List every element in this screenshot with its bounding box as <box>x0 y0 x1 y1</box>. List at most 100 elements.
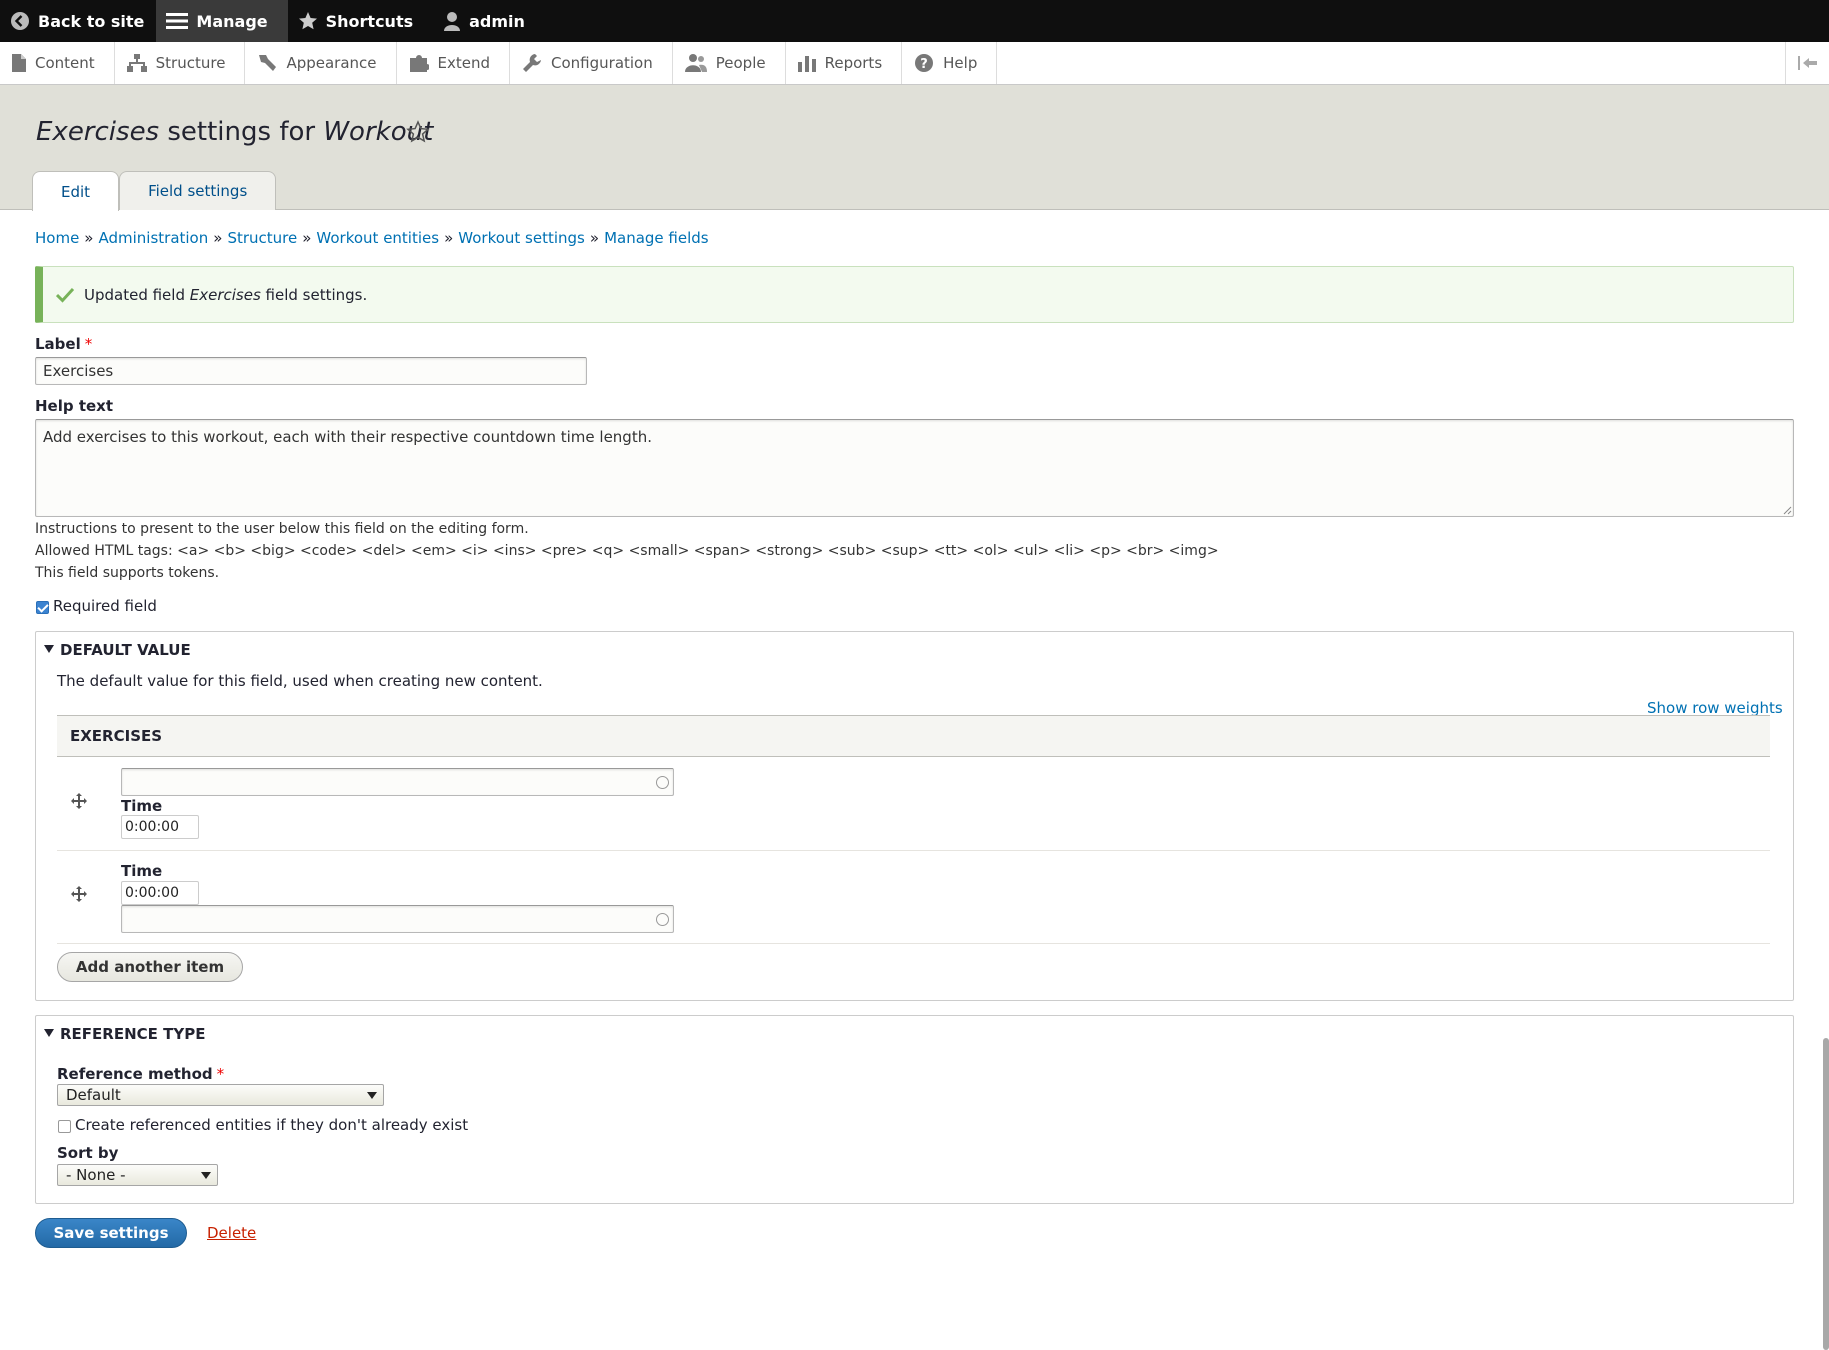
shortcut-star-icon[interactable] <box>406 120 430 144</box>
manage-tab[interactable]: Manage <box>156 0 288 42</box>
tray-item-help[interactable]: ? Help <box>902 42 998 84</box>
tab-edit[interactable]: Edit <box>32 171 120 211</box>
back-arrow-icon <box>11 12 29 30</box>
title-field-name: Exercises <box>36 117 160 147</box>
help-description-1: Instructions to present to the user belo… <box>35 521 529 537</box>
exercises-table-header: Exercises <box>57 715 1770 757</box>
sort-by-select[interactable]: - None - <box>57 1164 218 1186</box>
manage-label: Manage <box>196 11 268 31</box>
reference-method-label: Reference method * <box>57 1065 224 1083</box>
admin-toolbar: Back to site Manage Shortcuts admin <box>0 0 1829 42</box>
help-description-tokens: This field supports tokens. <box>35 565 220 581</box>
exercise-autocomplete-input[interactable] <box>121 905 674 933</box>
reference-method-title: Reference method <box>57 1065 213 1083</box>
breadcrumb: Home» Administration» Structure» Workout en… <box>35 229 709 247</box>
add-another-item-button[interactable]: Add another item <box>57 952 243 982</box>
hamburger-icon <box>166 13 189 29</box>
autocomplete-throbber-icon <box>656 913 669 926</box>
sitemap-icon <box>126 54 147 72</box>
expanded-triangle-icon <box>44 1028 54 1037</box>
breadcrumb-home[interactable]: Home <box>35 229 79 247</box>
tray-label-appearance: Appearance <box>286 54 377 72</box>
tray-item-appearance[interactable]: Appearance <box>245 42 397 84</box>
expanded-triangle-icon <box>44 644 54 653</box>
save-settings-button[interactable]: Save settings <box>35 1218 187 1248</box>
file-icon <box>12 54 26 72</box>
wrench-icon <box>523 54 542 72</box>
auto-create-label[interactable]: Create referenced entities if they don't… <box>75 1116 468 1134</box>
tray-label-people: People <box>715 54 766 72</box>
checkmark-icon <box>56 287 74 303</box>
page-scrollbar[interactable] <box>1823 1038 1829 1350</box>
tray-orientation-toggle[interactable] <box>1785 42 1829 84</box>
exercise-autocomplete-input[interactable] <box>121 768 674 796</box>
page-title: Exercises settings for Workout <box>36 117 433 147</box>
tray-item-people[interactable]: People <box>673 42 786 84</box>
required-label[interactable]: Required field <box>53 597 157 615</box>
label-title: Label <box>35 335 81 353</box>
people-icon <box>684 54 707 72</box>
status-field-name: Exercises <box>189 285 261 304</box>
row-divider <box>57 943 1770 944</box>
breadcrumb-workout-entities[interactable]: Workout entities <box>316 229 439 247</box>
help-text-textarea[interactable]: Add exercises to this workout, each with… <box>35 419 1794 517</box>
row-divider <box>57 850 1770 851</box>
breadcrumb-manage-fields[interactable]: Manage fields <box>604 229 709 247</box>
breadcrumb-structure[interactable]: Structure <box>227 229 297 247</box>
reference-type-details: Reference type <box>35 1015 1794 1204</box>
dropdown-arrow-icon <box>367 1092 377 1099</box>
breadcrumb-separator: » <box>302 229 312 247</box>
tray-item-content[interactable]: Content <box>0 42 115 84</box>
time-input[interactable] <box>121 815 199 839</box>
time-input[interactable] <box>121 881 199 905</box>
time-label: Time <box>121 862 163 880</box>
bar-chart-icon <box>797 56 816 72</box>
sort-by-value: - None - <box>66 1166 126 1184</box>
breadcrumb-separator: » <box>589 229 600 247</box>
autocomplete-throbber-icon <box>656 776 669 789</box>
shortcuts-tab[interactable]: Shortcuts <box>288 0 426 42</box>
puzzle-icon <box>409 55 429 72</box>
resize-grip-icon[interactable] <box>1783 506 1792 515</box>
tab-field-settings[interactable]: Field settings <box>119 171 277 210</box>
user-tab[interactable]: admin <box>425 0 537 42</box>
breadcrumb-separator: » <box>213 229 223 247</box>
reference-type-summary[interactable]: Reference type <box>44 1025 205 1043</box>
user-label: admin <box>469 11 525 31</box>
tray-label-structure: Structure <box>155 54 226 72</box>
tray-label-extend: Extend <box>437 54 491 72</box>
label-field-label: Label * <box>35 335 92 353</box>
delete-link[interactable]: Delete <box>207 1224 256 1242</box>
breadcrumb-workout-settings[interactable]: Workout settings <box>458 229 585 247</box>
status-text: Updated field Exercises field settings. <box>84 286 367 304</box>
help-text-value: Add exercises to this workout, each with… <box>43 428 652 446</box>
required-marker: * <box>216 1065 225 1083</box>
tray-item-reports[interactable]: Reports <box>786 42 903 84</box>
tray-label-content: Content <box>35 54 95 72</box>
breadcrumb-administration[interactable]: Administration <box>98 229 208 247</box>
svg-text:?: ? <box>920 57 928 72</box>
drag-handle-icon[interactable] <box>71 886 87 902</box>
reference-method-select[interactable]: Default <box>57 1084 384 1106</box>
tray-label-reports: Reports <box>824 54 883 72</box>
primary-tabs: Edit Field settings <box>32 171 277 211</box>
required-marker: * <box>84 335 93 353</box>
default-value-summary[interactable]: Default value <box>44 641 191 659</box>
tray-item-extend[interactable]: Extend <box>397 42 511 84</box>
required-checkbox[interactable] <box>36 601 49 614</box>
dropdown-arrow-icon <box>201 1172 211 1179</box>
auto-create-checkbox[interactable] <box>58 1120 71 1133</box>
reference-method-value: Default <box>66 1086 121 1104</box>
drag-handle-icon[interactable] <box>71 793 87 809</box>
tray-item-structure[interactable]: Structure <box>115 42 246 84</box>
shortcuts-label: Shortcuts <box>325 11 414 31</box>
reference-type-summary-label: Reference type <box>60 1025 206 1043</box>
help-text-label: Help text <box>35 397 114 415</box>
time-label: Time <box>121 797 163 815</box>
breadcrumb-separator: » <box>84 229 94 247</box>
help-description-allowed-tags: Allowed HTML tags: <a> <b> <big> <code> … <box>35 543 1219 559</box>
tray-item-configuration[interactable]: Configuration <box>510 42 673 84</box>
label-input[interactable] <box>35 357 587 385</box>
back-to-site-link[interactable]: Back to site <box>0 0 156 42</box>
page-header: Exercises settings for Workout Edit Fiel… <box>0 85 1829 211</box>
